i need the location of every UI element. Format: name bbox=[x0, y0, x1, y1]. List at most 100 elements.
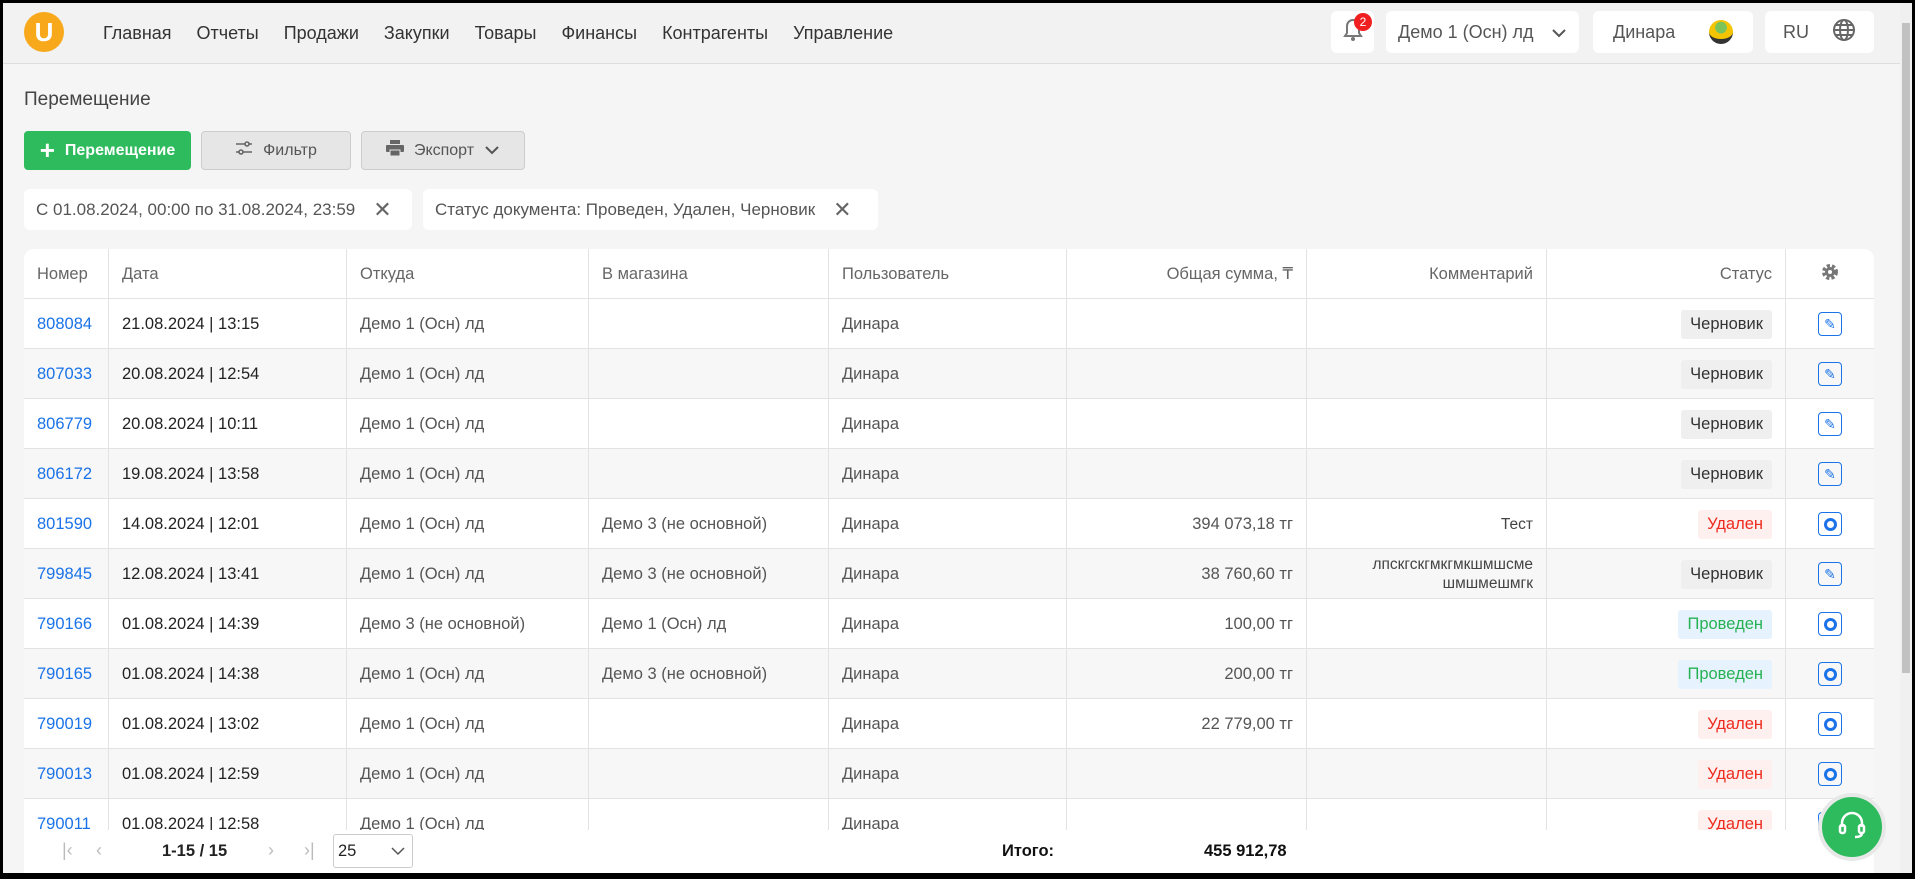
table-footer: |‹ ‹ 1-15 / 15 › ›| 25 Итого: 455 912,78 bbox=[24, 830, 1874, 873]
table-row[interactable]: 808084 21.08.2024 | 13:15 Демо 1 (Осн) лд Д… bbox=[24, 299, 1874, 349]
cell-text: лпскгскгмкгмкшмшсме шмшмешмгк bbox=[1372, 556, 1533, 592]
cell-text: 01.08.2024 | 14:39 bbox=[122, 614, 260, 633]
nav-item[interactable]: Управление bbox=[793, 23, 893, 44]
nav-item[interactable]: Продажи bbox=[284, 23, 359, 44]
status-badge: Проведен bbox=[1678, 609, 1772, 639]
document-number-link[interactable]: 790019 bbox=[37, 715, 92, 734]
cell-number: 790166 bbox=[24, 599, 109, 649]
pagination-range: 1-15 / 15 bbox=[162, 842, 228, 860]
cell-text: Динара bbox=[842, 614, 900, 633]
document-number-link[interactable]: 790011 bbox=[37, 815, 91, 831]
document-number-link[interactable]: 799845 bbox=[37, 565, 92, 584]
cell-text: 14.08.2024 | 12:01 bbox=[122, 514, 260, 533]
view-button[interactable] bbox=[1818, 662, 1842, 686]
status-badge: Проведен bbox=[1678, 659, 1772, 689]
filter-button[interactable]: Фильтр bbox=[201, 131, 351, 170]
document-number-link[interactable]: 801590 bbox=[37, 515, 92, 534]
eye-icon bbox=[1823, 717, 1837, 731]
document-number-link[interactable]: 790166 bbox=[37, 615, 92, 634]
user-menu[interactable]: Динара bbox=[1593, 11, 1753, 53]
view-button[interactable] bbox=[1818, 512, 1842, 536]
cell-action: ✎ bbox=[1786, 349, 1874, 399]
cell-user: Динара bbox=[829, 699, 1067, 749]
status-filter-chip: Статус документа: Проведен, Удален, Черн… bbox=[423, 189, 878, 230]
nav-item[interactable]: Товары bbox=[475, 23, 537, 44]
document-number-link[interactable]: 806172 bbox=[37, 465, 92, 484]
cell-from: Демо 3 (не основной) bbox=[347, 599, 589, 649]
document-number-link[interactable]: 807033 bbox=[37, 365, 92, 384]
column-header-date: Дата bbox=[109, 249, 347, 299]
cell-from: Демо 1 (Осн) лд bbox=[347, 749, 589, 799]
sliders-icon bbox=[235, 139, 253, 162]
table-row[interactable]: 790011 01.08.2024 | 12:58 Демо 1 (Осн) лд Д… bbox=[24, 799, 1874, 830]
page-size-select[interactable]: 25 bbox=[333, 834, 413, 868]
export-button[interactable]: Экспорт bbox=[361, 131, 525, 170]
table-row[interactable]: 801590 14.08.2024 | 12:01 Демо 1 (Осн) лд Д… bbox=[24, 499, 1874, 549]
language-select[interactable]: RU bbox=[1765, 11, 1874, 53]
edit-button[interactable]: ✎ bbox=[1818, 362, 1842, 386]
view-button[interactable] bbox=[1818, 762, 1842, 786]
edit-button[interactable]: ✎ bbox=[1818, 562, 1842, 586]
table-row[interactable]: 790165 01.08.2024 | 14:38 Демо 1 (Осн) лд Д… bbox=[24, 649, 1874, 699]
logo[interactable]: U bbox=[24, 12, 64, 52]
cell-action: ✎ bbox=[1786, 399, 1874, 449]
table-header: Номер Дата Откуда В магазина Пользователь Общ… bbox=[24, 249, 1874, 299]
table-row[interactable]: 806779 20.08.2024 | 10:11 Демо 1 (Осн) лд Д… bbox=[24, 399, 1874, 449]
nav-item[interactable]: Финансы bbox=[561, 23, 637, 44]
nav-item[interactable]: Контрагенты bbox=[662, 23, 768, 44]
table-row[interactable]: 790019 01.08.2024 | 13:02 Демо 1 (Осн) лд Д… bbox=[24, 699, 1874, 749]
first-page-icon[interactable]: |‹ bbox=[62, 840, 73, 861]
cell-status: Проведен bbox=[1547, 599, 1786, 649]
cell-text: Демо 3 (не основной) bbox=[360, 614, 526, 633]
cell-text: Демо 1 (Осн) лд bbox=[602, 614, 727, 633]
cell-text: Динара bbox=[842, 714, 900, 733]
nav-item[interactable]: Закупки bbox=[384, 23, 450, 44]
support-chat-button[interactable] bbox=[1818, 793, 1886, 861]
nav-item[interactable]: Отчеты bbox=[197, 23, 259, 44]
cell-to bbox=[589, 449, 829, 499]
cell-text: Демо 1 (Осн) лд bbox=[360, 314, 485, 333]
store-select[interactable]: Демо 1 (Осн) лд bbox=[1386, 11, 1579, 53]
cell-comment bbox=[1307, 699, 1547, 749]
gear-icon[interactable] bbox=[1820, 262, 1840, 287]
cell-comment bbox=[1307, 799, 1547, 830]
column-header-sum: Общая сумма, ₸ bbox=[1067, 249, 1307, 299]
document-number-link[interactable]: 806779 bbox=[37, 415, 92, 434]
cell-comment bbox=[1307, 449, 1547, 499]
table-row[interactable]: 790166 01.08.2024 | 14:39 Демо 3 (не основ… bbox=[24, 599, 1874, 649]
notifications-button[interactable]: 2 bbox=[1331, 11, 1374, 53]
column-settings[interactable] bbox=[1786, 249, 1874, 299]
document-number-link[interactable]: 808084 bbox=[37, 315, 92, 334]
nav-item[interactable]: Главная bbox=[103, 23, 172, 44]
edit-button[interactable]: ✎ bbox=[1818, 412, 1842, 436]
document-number-link[interactable]: 790165 bbox=[37, 665, 92, 684]
cell-to bbox=[589, 799, 829, 830]
edit-button[interactable]: ✎ bbox=[1818, 462, 1842, 486]
cell-text: 38 760,60 тг bbox=[1201, 564, 1293, 583]
cell-status: Удален bbox=[1547, 749, 1786, 799]
view-button[interactable] bbox=[1818, 612, 1842, 636]
close-icon[interactable]: ✕ bbox=[833, 197, 851, 223]
status-badge: Черновик bbox=[1681, 359, 1772, 389]
last-page-icon[interactable]: ›| bbox=[304, 840, 315, 861]
cell-text: 21.08.2024 | 13:15 bbox=[122, 314, 260, 333]
next-page-icon[interactable]: › bbox=[268, 840, 274, 861]
scrollbar-thumb[interactable] bbox=[1902, 23, 1910, 673]
add-transfer-button[interactable]: + Перемещение bbox=[24, 131, 191, 170]
table-row[interactable]: 799845 12.08.2024 | 13:41 Демо 1 (Осн) лд Д… bbox=[24, 549, 1874, 599]
main-nav: Главная Отчеты Продажи Закупки Товары Финансы… bbox=[103, 3, 893, 64]
close-icon[interactable]: ✕ bbox=[373, 197, 391, 223]
cell-user: Динара bbox=[829, 449, 1067, 499]
table-row[interactable]: 806172 19.08.2024 | 13:58 Демо 1 (Осн) лд Д… bbox=[24, 449, 1874, 499]
cell-to bbox=[589, 299, 829, 349]
page-scrollbar[interactable] bbox=[1900, 3, 1912, 873]
prev-page-icon[interactable]: ‹ bbox=[96, 840, 102, 861]
table-row[interactable]: 807033 20.08.2024 | 12:54 Демо 1 (Осн) лд Д… bbox=[24, 349, 1874, 399]
document-number-link[interactable]: 790013 bbox=[37, 765, 92, 784]
edit-button[interactable]: ✎ bbox=[1818, 312, 1842, 336]
cell-from: Демо 1 (Осн) лд bbox=[347, 649, 589, 699]
view-button[interactable] bbox=[1818, 712, 1842, 736]
table-row[interactable]: 790013 01.08.2024 | 12:59 Демо 1 (Осн) лд Д… bbox=[24, 749, 1874, 799]
cell-text: 20.08.2024 | 12:54 bbox=[122, 364, 260, 383]
pencil-icon: ✎ bbox=[1824, 315, 1836, 332]
